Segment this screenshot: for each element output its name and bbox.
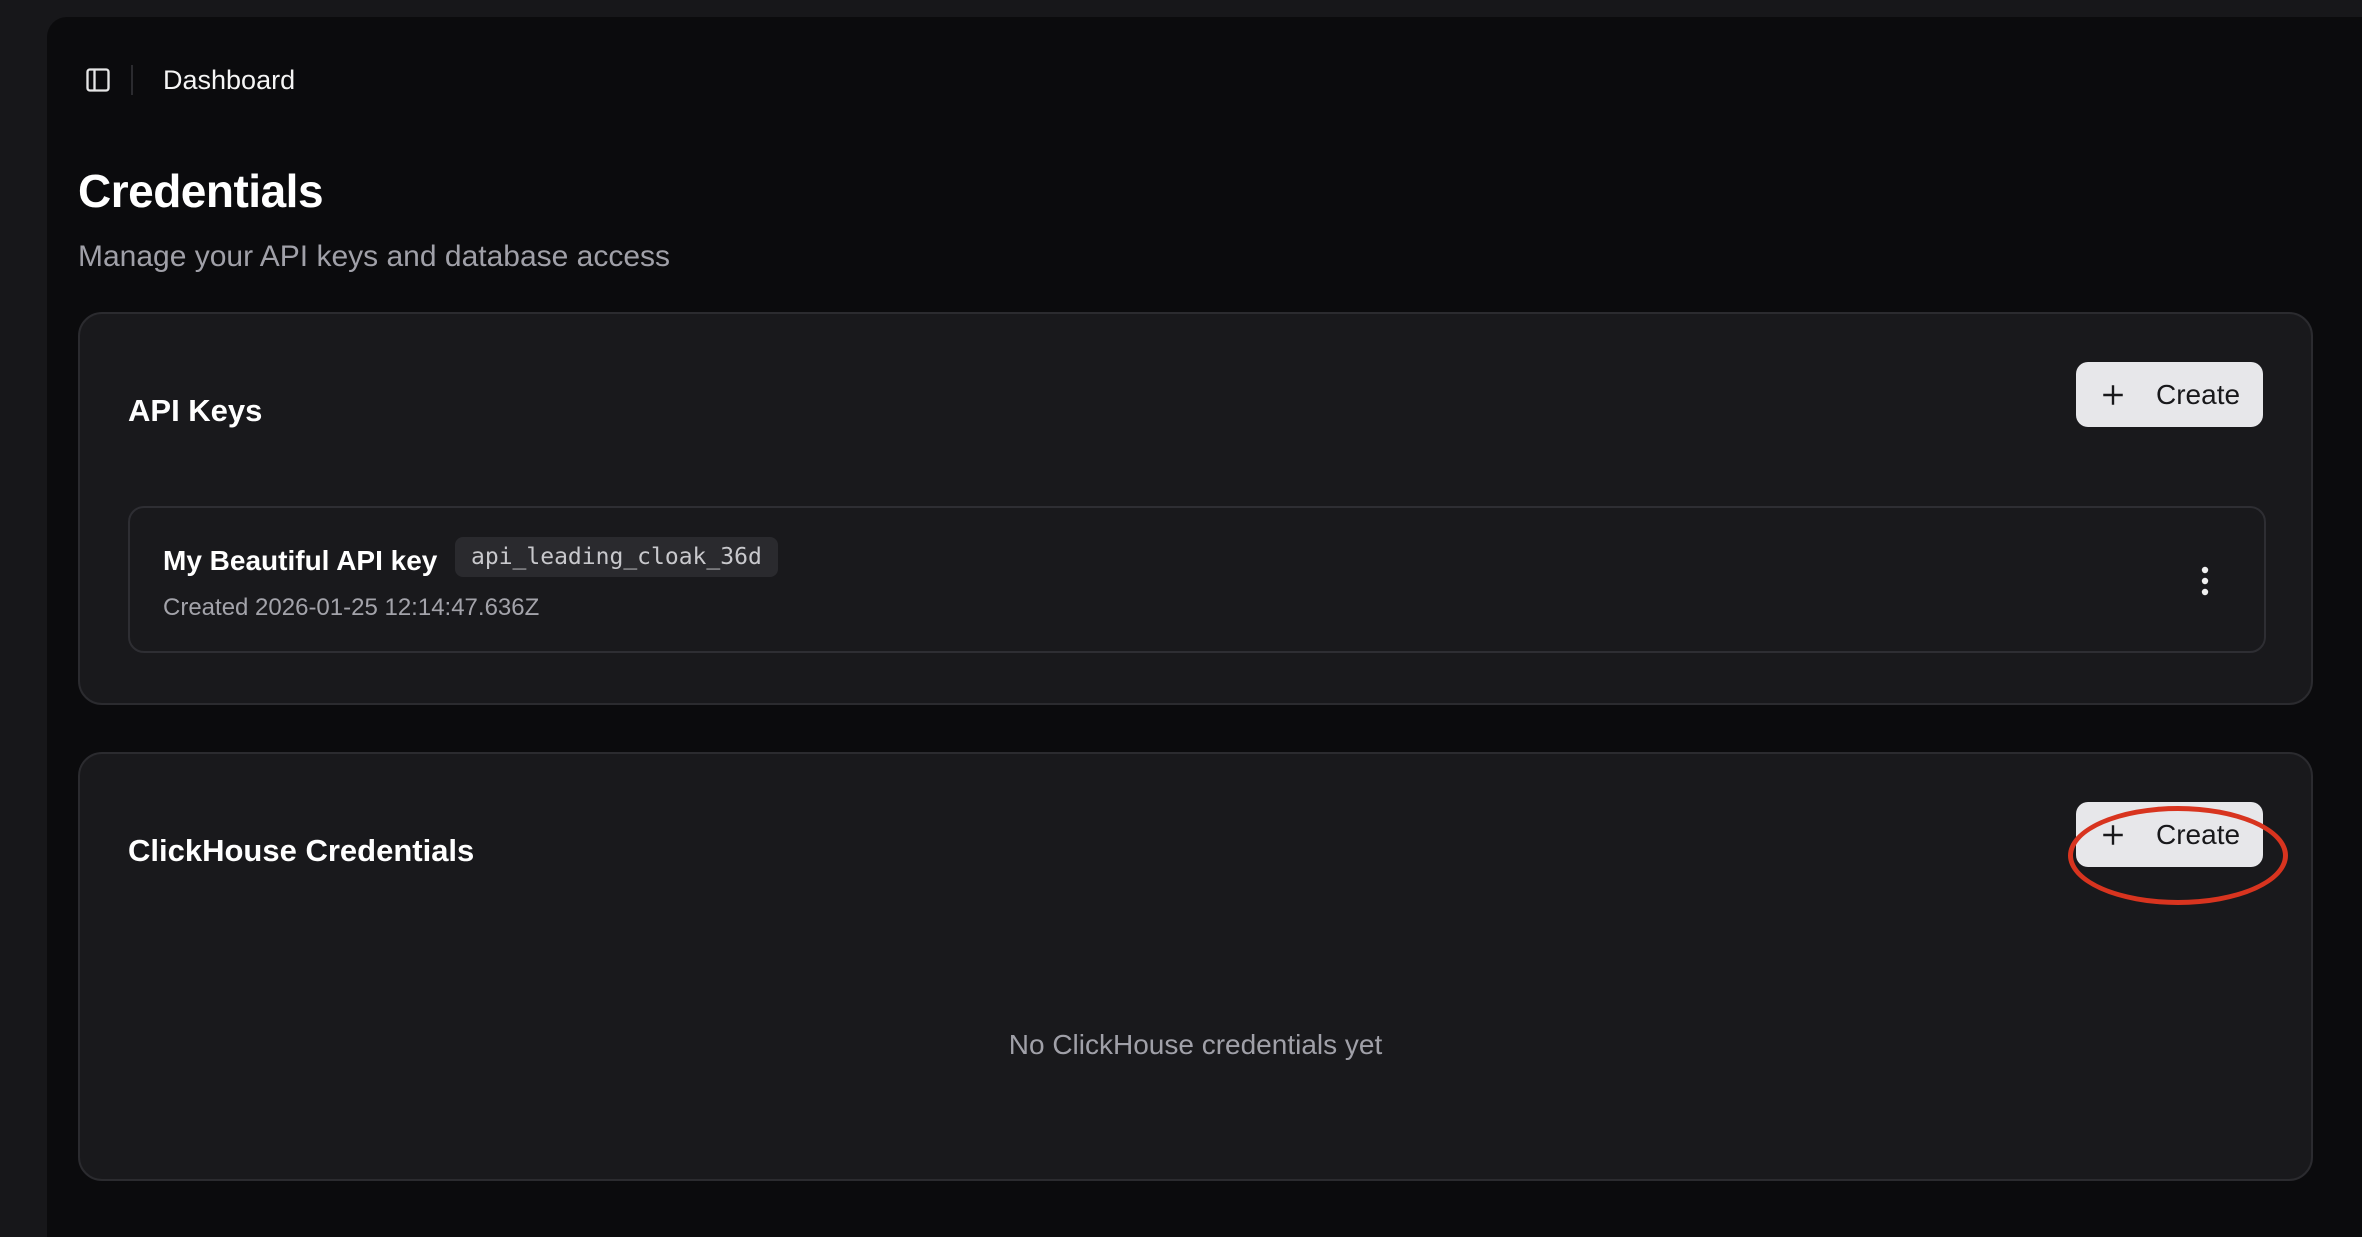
sidebar-toggle-icon <box>86 68 110 92</box>
app-window: Dashboard Credentials Manage your API ke… <box>47 17 2362 1237</box>
api-key-more-button[interactable] <box>2192 558 2218 604</box>
create-clickhouse-credential-button[interactable]: Create <box>2076 802 2263 867</box>
api-key-name: My Beautiful API key <box>163 545 438 576</box>
api-key-row: My Beautiful API key api_leading_cloak_3… <box>128 506 2266 653</box>
create-api-key-label: Create <box>2156 378 2241 410</box>
plus-icon <box>2098 820 2128 850</box>
plus-icon <box>2098 380 2128 410</box>
api-keys-card: API Keys Create My Beautiful API key api… <box>78 312 2313 705</box>
page-title: Credentials <box>78 165 324 217</box>
topbar-divider <box>131 65 133 95</box>
clickhouse-empty-state: No ClickHouse credentials yet <box>1008 1029 1383 1060</box>
api-key-id-badge: api_leading_cloak_36d <box>455 537 778 577</box>
clickhouse-title: ClickHouse Credentials <box>128 833 475 868</box>
create-clickhouse-label: Create <box>2156 818 2241 850</box>
more-vertical-icon <box>2201 566 2209 596</box>
page-subtitle: Manage your API keys and database access <box>78 240 671 273</box>
breadcrumb-dashboard[interactable]: Dashboard <box>163 65 295 96</box>
create-api-key-button[interactable]: Create <box>2076 362 2263 427</box>
api-key-created-date: Created 2026-01-25 12:14:47.636Z <box>163 594 540 621</box>
sidebar-toggle-button[interactable] <box>83 65 113 95</box>
top-bar: Dashboard <box>83 61 295 99</box>
api-keys-title: API Keys <box>128 393 263 428</box>
clickhouse-card: ClickHouse Credentials Create No ClickHo… <box>78 752 2313 1181</box>
